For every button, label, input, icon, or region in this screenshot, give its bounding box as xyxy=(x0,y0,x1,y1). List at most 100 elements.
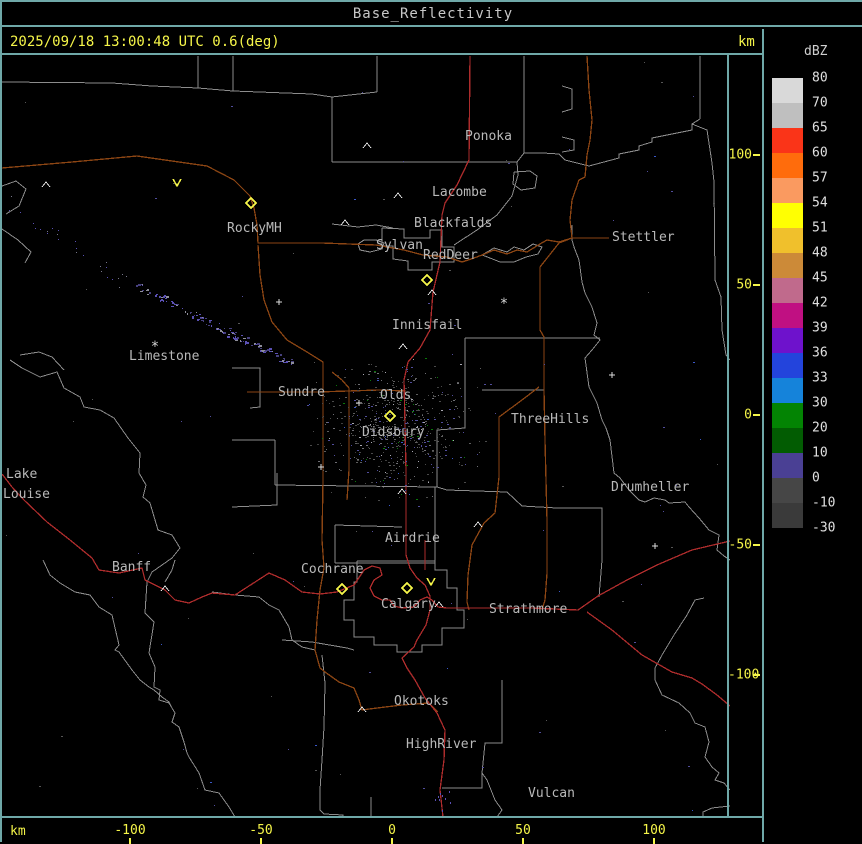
radar-echo-pixel xyxy=(418,416,420,417)
radar-echo-pixel xyxy=(210,416,211,417)
radar-echo-pixel xyxy=(381,443,382,444)
radar-echo-pixel xyxy=(341,418,343,419)
city-label: Didsbury xyxy=(362,425,425,440)
radar-echo-pixel xyxy=(396,386,397,387)
y-axis-tick xyxy=(753,284,760,286)
colorbar-swatch xyxy=(772,78,803,103)
x-axis-tick xyxy=(260,838,262,844)
colorbar-swatch xyxy=(772,128,803,153)
radar-echo-pixel xyxy=(392,380,393,381)
radar-echo-pixel xyxy=(220,330,222,332)
radar-echo-pixel xyxy=(326,422,328,423)
radar-echo-pixel xyxy=(341,445,342,446)
radar-echo-pixel xyxy=(245,341,247,342)
radar-echo-pixel xyxy=(385,413,386,414)
radar-echo-pixel xyxy=(426,423,427,424)
radar-echo-pixel xyxy=(392,385,393,386)
radar-echo-pixel xyxy=(243,338,246,339)
radar-echo-pixel xyxy=(460,457,462,458)
radar-echo-pixel xyxy=(383,407,384,408)
radar-echo-pixel xyxy=(196,312,197,313)
radar-echo-pixel xyxy=(389,404,390,405)
radar-echo-pixel xyxy=(331,492,332,493)
radar-echo-pixel xyxy=(427,413,429,414)
radar-echo-pixel xyxy=(406,461,407,462)
radar-echo-pixel xyxy=(106,262,107,263)
radar-echo-pixel xyxy=(233,337,234,339)
radar-echo-pixel xyxy=(356,411,357,412)
map-boundary-line xyxy=(516,118,701,167)
radar-echo-pixel xyxy=(389,462,390,463)
radar-echo-pixel xyxy=(415,404,417,405)
radar-echo-pixel xyxy=(479,441,480,442)
radar-echo-pixel xyxy=(366,442,367,443)
radar-echo-pixel xyxy=(378,500,380,501)
city-label: RockyMH xyxy=(227,221,282,236)
radar-echo-pixel xyxy=(352,423,354,424)
radar-echo-pixel xyxy=(197,319,199,321)
radar-echo-pixel xyxy=(447,668,448,669)
radar-echo-pixel xyxy=(368,405,370,406)
radar-echo-pixel xyxy=(422,449,423,450)
radar-echo-pixel xyxy=(406,369,408,370)
radar-echo-pixel xyxy=(375,422,377,423)
radar-echo-pixel xyxy=(375,478,376,479)
city-label: Stettler xyxy=(612,230,675,245)
radar-echo-pixel xyxy=(345,369,346,370)
radar-echo-pixel xyxy=(441,386,442,387)
radar-echo-pixel xyxy=(240,340,241,342)
radar-echo-pixel xyxy=(465,464,466,465)
radar-echo-pixel xyxy=(362,403,363,404)
radar-echo-pixel xyxy=(437,437,438,438)
map-boundary-line xyxy=(274,484,438,488)
radar-echo-pixel xyxy=(172,302,174,304)
map-boundary-line xyxy=(197,87,234,92)
radar-map[interactable]: **PonokaLacombeBlackfaldsSylvanRedDeerSt… xyxy=(2,55,730,816)
radar-echo-pixel xyxy=(166,296,169,298)
radar-echo-pixel xyxy=(307,405,309,406)
radar-echo-pixel xyxy=(61,736,63,737)
radar-echo-pixel xyxy=(377,380,379,381)
radar-echo-pixel xyxy=(469,443,471,444)
radar-echo-pixel xyxy=(336,385,337,386)
map-boundary-line xyxy=(702,805,730,816)
radar-echo-pixel xyxy=(403,463,404,464)
colorbar-level-label: 60 xyxy=(812,145,828,161)
radar-echo-pixel xyxy=(315,770,317,771)
radar-echo-pixel xyxy=(376,482,377,483)
x-axis-unit-label: km xyxy=(10,824,26,839)
radar-echo-pixel xyxy=(401,494,402,495)
radar-echo-pixel xyxy=(405,410,407,411)
colorbar-level-label: 0 xyxy=(812,470,820,486)
radar-echo-pixel xyxy=(365,497,366,498)
radar-echo-pixel xyxy=(415,420,417,421)
radar-echo-pixel xyxy=(174,303,175,304)
radar-echo-pixel xyxy=(280,354,282,356)
radar-echo-pixel xyxy=(389,477,391,478)
radar-echo-pixel xyxy=(414,440,415,441)
radar-echo-pixel xyxy=(398,442,399,443)
radar-echo-pixel xyxy=(340,470,342,471)
radar-echo-pixel xyxy=(452,458,453,459)
radar-echo-pixel xyxy=(421,405,422,406)
radar-echo-pixel xyxy=(315,745,317,746)
radar-echo-pixel xyxy=(235,336,236,338)
radar-echo-pixel xyxy=(544,364,545,365)
radar-echo-pixel xyxy=(402,382,403,383)
radar-echo-pixel xyxy=(439,799,440,801)
radar-echo-pixel xyxy=(453,400,455,401)
radar-echo-pixel xyxy=(355,425,357,426)
radar-echo-pixel xyxy=(442,435,443,436)
radar-echo-pixel xyxy=(242,296,243,297)
colorbar-swatch xyxy=(772,378,803,403)
radar-echo-pixel xyxy=(379,456,380,457)
radar-echo-pixel xyxy=(377,373,379,374)
radar-echo-pixel xyxy=(369,672,371,673)
colorbar-swatch xyxy=(772,428,803,453)
radar-echo-pixel xyxy=(333,428,335,429)
radar-echo-pixel xyxy=(460,364,462,365)
radar-echo-pixel xyxy=(387,443,388,444)
radar-echo-pixel xyxy=(408,483,409,484)
radar-echo-pixel xyxy=(407,445,408,446)
radar-echo-pixel xyxy=(160,300,161,302)
